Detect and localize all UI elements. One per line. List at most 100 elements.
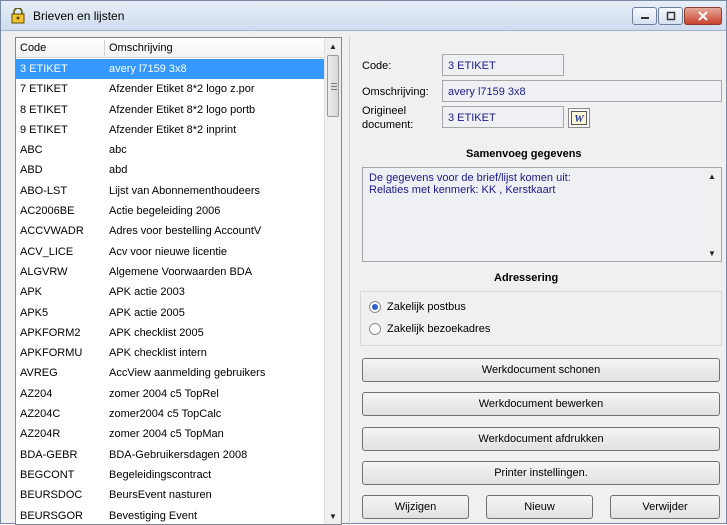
original-document-label-1: Origineel [362, 105, 407, 117]
window: Brieven en lijsten Code Omschrijving 3 E… [0, 0, 727, 525]
row-code: AC2006BE [20, 205, 75, 218]
radio-business-pobox[interactable]: Zakelijk postbus [369, 301, 466, 313]
row-description: Actie begeleiding 2006 [109, 205, 221, 218]
scroll-up-arrow-icon[interactable]: ▲ [325, 38, 341, 54]
row-description: Adres voor bestelling AccountV [109, 225, 262, 238]
radio-label: Zakelijk bezoekadres [387, 323, 491, 335]
column-header-code[interactable]: Code [20, 42, 46, 54]
delete-button[interactable]: Verwijder [610, 495, 720, 519]
radio-label: Zakelijk postbus [387, 301, 466, 313]
row-description: Algemene Voorwaarden BDA [109, 265, 253, 278]
row-code: AZ204R [20, 428, 61, 441]
clean-document-button[interactable]: Werkdocument schonen [362, 358, 720, 382]
list-row[interactable]: 7 ETIKET Afzender Etiket 8*2 logo z.por [16, 79, 325, 99]
radio-dot-selected[interactable] [369, 301, 381, 313]
row-code: ABO-LST [20, 184, 68, 197]
list-row[interactable]: BEURSGOR Bevestiging Event [16, 506, 325, 524]
new-button[interactable]: Nieuw [486, 495, 593, 519]
row-code: ALGVRW [20, 265, 68, 278]
memo-scroll-down-arrow-icon[interactable]: ▼ [704, 245, 720, 261]
row-description: zomer 2004 c5 TopRel [109, 387, 219, 400]
list-row[interactable]: ABD abd [16, 160, 325, 180]
merge-info-line-1: De gegevens voor de brief/lijst komen ui… [369, 172, 571, 184]
memo-scroll-up-arrow-icon[interactable]: ▲ [704, 168, 720, 184]
list-row[interactable]: AZ204 zomer 2004 c5 TopRel [16, 384, 325, 404]
list-row[interactable]: BEGCONT Begeleidingscontract [16, 465, 325, 485]
row-code: APKFORMU [20, 347, 83, 360]
list-row[interactable]: 9 ETIKET Afzender Etiket 8*2 inprint [16, 120, 325, 140]
row-code: 8 ETIKET [20, 103, 68, 116]
row-description: APK actie 2005 [109, 306, 185, 319]
list-row[interactable]: APKFORMU APK checklist intern [16, 343, 325, 363]
list-scrollbar[interactable]: ▲ ▼ [324, 38, 341, 524]
row-code: APKFORM2 [20, 326, 81, 339]
row-code: AVREG [20, 367, 58, 380]
row-description: Acv voor nieuwe licentie [109, 245, 228, 258]
list-row[interactable]: APK APK actie 2003 [16, 282, 325, 302]
list-row[interactable]: ALGVRW Algemene Voorwaarden BDA [16, 262, 325, 282]
letters-list[interactable]: Code Omschrijving 3 ETIKET avery l7159 3x… [15, 37, 342, 525]
row-code: ACCVWADR [20, 225, 84, 238]
list-row[interactable]: AVREG AccView aanmelding gebruikers [16, 363, 325, 383]
row-description: APK checklist 2005 [109, 326, 204, 339]
radio-business-visit[interactable]: Zakelijk bezoekadres [369, 323, 490, 335]
list-row[interactable]: ACCVWADR Adres voor bestelling AccountV [16, 221, 325, 241]
row-code: 9 ETIKET [20, 123, 68, 136]
row-description: Bevestiging Event [109, 509, 198, 522]
list-row[interactable]: ABC abc [16, 140, 325, 160]
list-row[interactable]: BEURSDOC BeursEvent nasturen [16, 485, 325, 505]
row-description: zomer 2004 c5 TopMan [109, 428, 224, 441]
original-document-field[interactable]: 3 ETIKET [442, 106, 564, 128]
list-row[interactable]: ACV_LICE Acv voor nieuwe licentie [16, 242, 325, 262]
description-field[interactable]: avery l7159 3x8 [442, 80, 722, 102]
scroll-down-arrow-icon[interactable]: ▼ [325, 508, 341, 524]
maximize-icon [666, 11, 675, 21]
addressing-radio-group: Zakelijk postbus Zakelijk bezoekadres [360, 291, 722, 346]
close-button[interactable] [684, 7, 722, 25]
edit-document-button[interactable]: Werkdocument bewerken [362, 392, 720, 416]
row-code: ABD [20, 164, 43, 177]
code-field[interactable]: 3 ETIKET [442, 54, 564, 76]
list-row[interactable]: APK5 APK actie 2005 [16, 303, 325, 323]
row-description: Begeleidingscontract [109, 468, 212, 481]
row-description: BeursEvent nasturen [109, 489, 212, 502]
list-row[interactable]: AZ204R zomer 2004 c5 TopMan [16, 424, 325, 444]
radio-dot[interactable] [369, 323, 381, 335]
list-row[interactable]: APKFORM2 APK checklist 2005 [16, 323, 325, 343]
list-row[interactable]: AC2006BE Actie begeleiding 2006 [16, 201, 325, 221]
row-description: zomer2004 c5 TopCalc [109, 408, 222, 421]
word-document-button[interactable]: W [568, 108, 590, 128]
maximize-button[interactable] [658, 7, 683, 25]
print-document-button[interactable]: Werkdocument afdrukken [362, 427, 720, 451]
word-icon: W [571, 111, 587, 125]
column-header-description[interactable]: Omschrijving [109, 42, 173, 54]
list-row[interactable]: AZ204C zomer2004 c5 TopCalc [16, 404, 325, 424]
list-row[interactable]: ABO-LST Lijst van Abonnementhoudeers [16, 181, 325, 201]
row-description: Afzender Etiket 8*2 logo z.por [109, 83, 255, 96]
merge-info-memo[interactable]: De gegevens voor de brief/lijst komen ui… [362, 167, 722, 262]
scrollbar-thumb[interactable] [327, 55, 339, 117]
minimize-icon [640, 17, 649, 19]
list-rows: 3 ETIKET avery l7159 3x8 7 ETIKET Afzender … [16, 59, 325, 524]
merge-info-line-2: Relaties met kenmerk: KK , Kerstkaart [369, 184, 556, 196]
list-row[interactable]: 3 ETIKET avery l7159 3x8 [16, 59, 325, 80]
row-code: 7 ETIKET [20, 83, 68, 96]
row-description: APK checklist intern [109, 347, 207, 360]
row-description: avery l7159 3x8 [109, 63, 187, 75]
minimize-button[interactable] [632, 7, 657, 25]
printer-settings-button[interactable]: Printer instellingen. [362, 461, 720, 485]
list-row[interactable]: BDA-GEBR BDA-Gebruikersdagen 2008 [16, 445, 325, 465]
close-icon [698, 11, 708, 21]
row-description: APK actie 2003 [109, 286, 185, 299]
row-description: Afzender Etiket 8*2 inprint [109, 123, 237, 136]
title-bar: Brieven en lijsten [1, 1, 726, 31]
change-button[interactable]: Wijzigen [362, 495, 469, 519]
window-title: Brieven en lijsten [33, 9, 125, 23]
row-code: 3 ETIKET [20, 63, 68, 75]
row-code: BEURSGOR [20, 509, 83, 522]
row-code: BEGCONT [20, 468, 75, 481]
row-description: Lijst van Abonnementhoudeers [109, 184, 261, 197]
column-separator[interactable] [104, 40, 105, 56]
list-row[interactable]: 8 ETIKET Afzender Etiket 8*2 logo portb [16, 100, 325, 120]
memo-scrollbar[interactable]: ▲ ▼ [704, 168, 721, 261]
